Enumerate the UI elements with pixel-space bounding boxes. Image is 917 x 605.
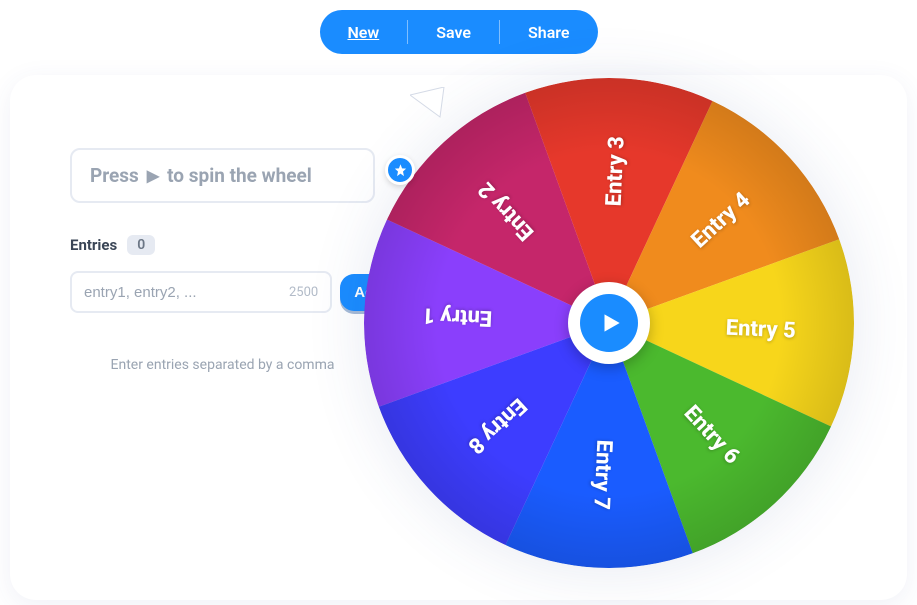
entries-limit: 2500: [289, 285, 318, 300]
helper-text: Enter entries separated by a comma: [70, 357, 375, 373]
share-button[interactable]: Share: [500, 10, 598, 54]
bookmark-button[interactable]: [385, 155, 415, 185]
wheel-pointer-icon: [410, 87, 448, 121]
top-toolbar: New Save Share: [319, 10, 597, 54]
play-icon: [598, 310, 624, 336]
entries-input-wrap: 2500: [70, 271, 332, 313]
entries-input[interactable]: [84, 284, 283, 301]
save-button[interactable]: Save: [408, 10, 499, 54]
wheel-segment-label: Entry 1: [422, 302, 493, 330]
spin-hint: Press ▶ to spin the wheel: [70, 148, 375, 203]
new-button[interactable]: New: [319, 10, 407, 54]
wheel-segment-label: Entry 5: [725, 316, 796, 344]
wheel[interactable]: Entry 1Entry 2Entry 3Entry 4Entry 5Entry…: [364, 78, 854, 568]
star-icon: [393, 163, 408, 178]
play-icon: ▶: [147, 168, 159, 184]
spin-button[interactable]: [568, 282, 650, 364]
entries-section: Entries 0 2500 Add Enter entries separat…: [70, 221, 375, 387]
wheel-segment-label: Entry 3: [602, 136, 630, 207]
entries-count: 0: [127, 235, 155, 255]
entries-header: Entries 0: [70, 235, 375, 255]
hint-prefix: Press: [90, 164, 139, 187]
wheel-segment-label: Entry 7: [588, 439, 616, 510]
hint-suffix: to spin the wheel: [167, 164, 312, 187]
controls-panel: Press ▶ to spin the wheel Entries 0 2500…: [70, 148, 375, 387]
entries-label: Entries: [70, 236, 117, 254]
